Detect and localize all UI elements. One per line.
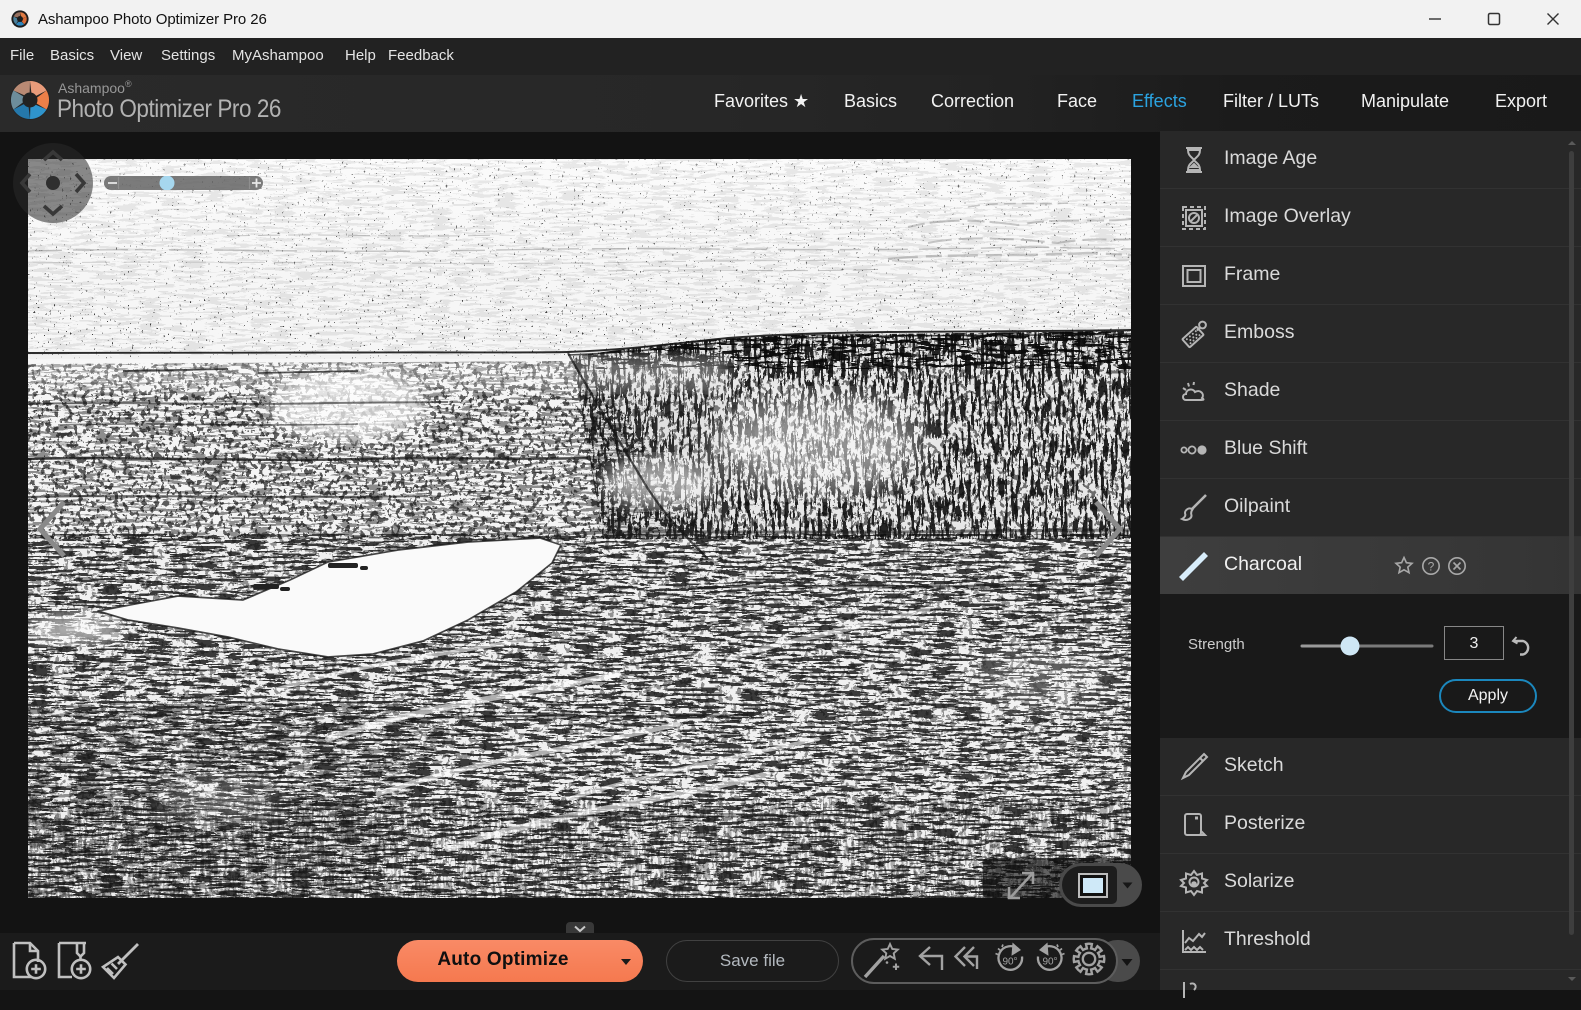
svg-text:?: ? xyxy=(1428,560,1435,574)
svg-text:90°: 90° xyxy=(1042,957,1057,968)
svg-text:90°: 90° xyxy=(1002,957,1017,968)
